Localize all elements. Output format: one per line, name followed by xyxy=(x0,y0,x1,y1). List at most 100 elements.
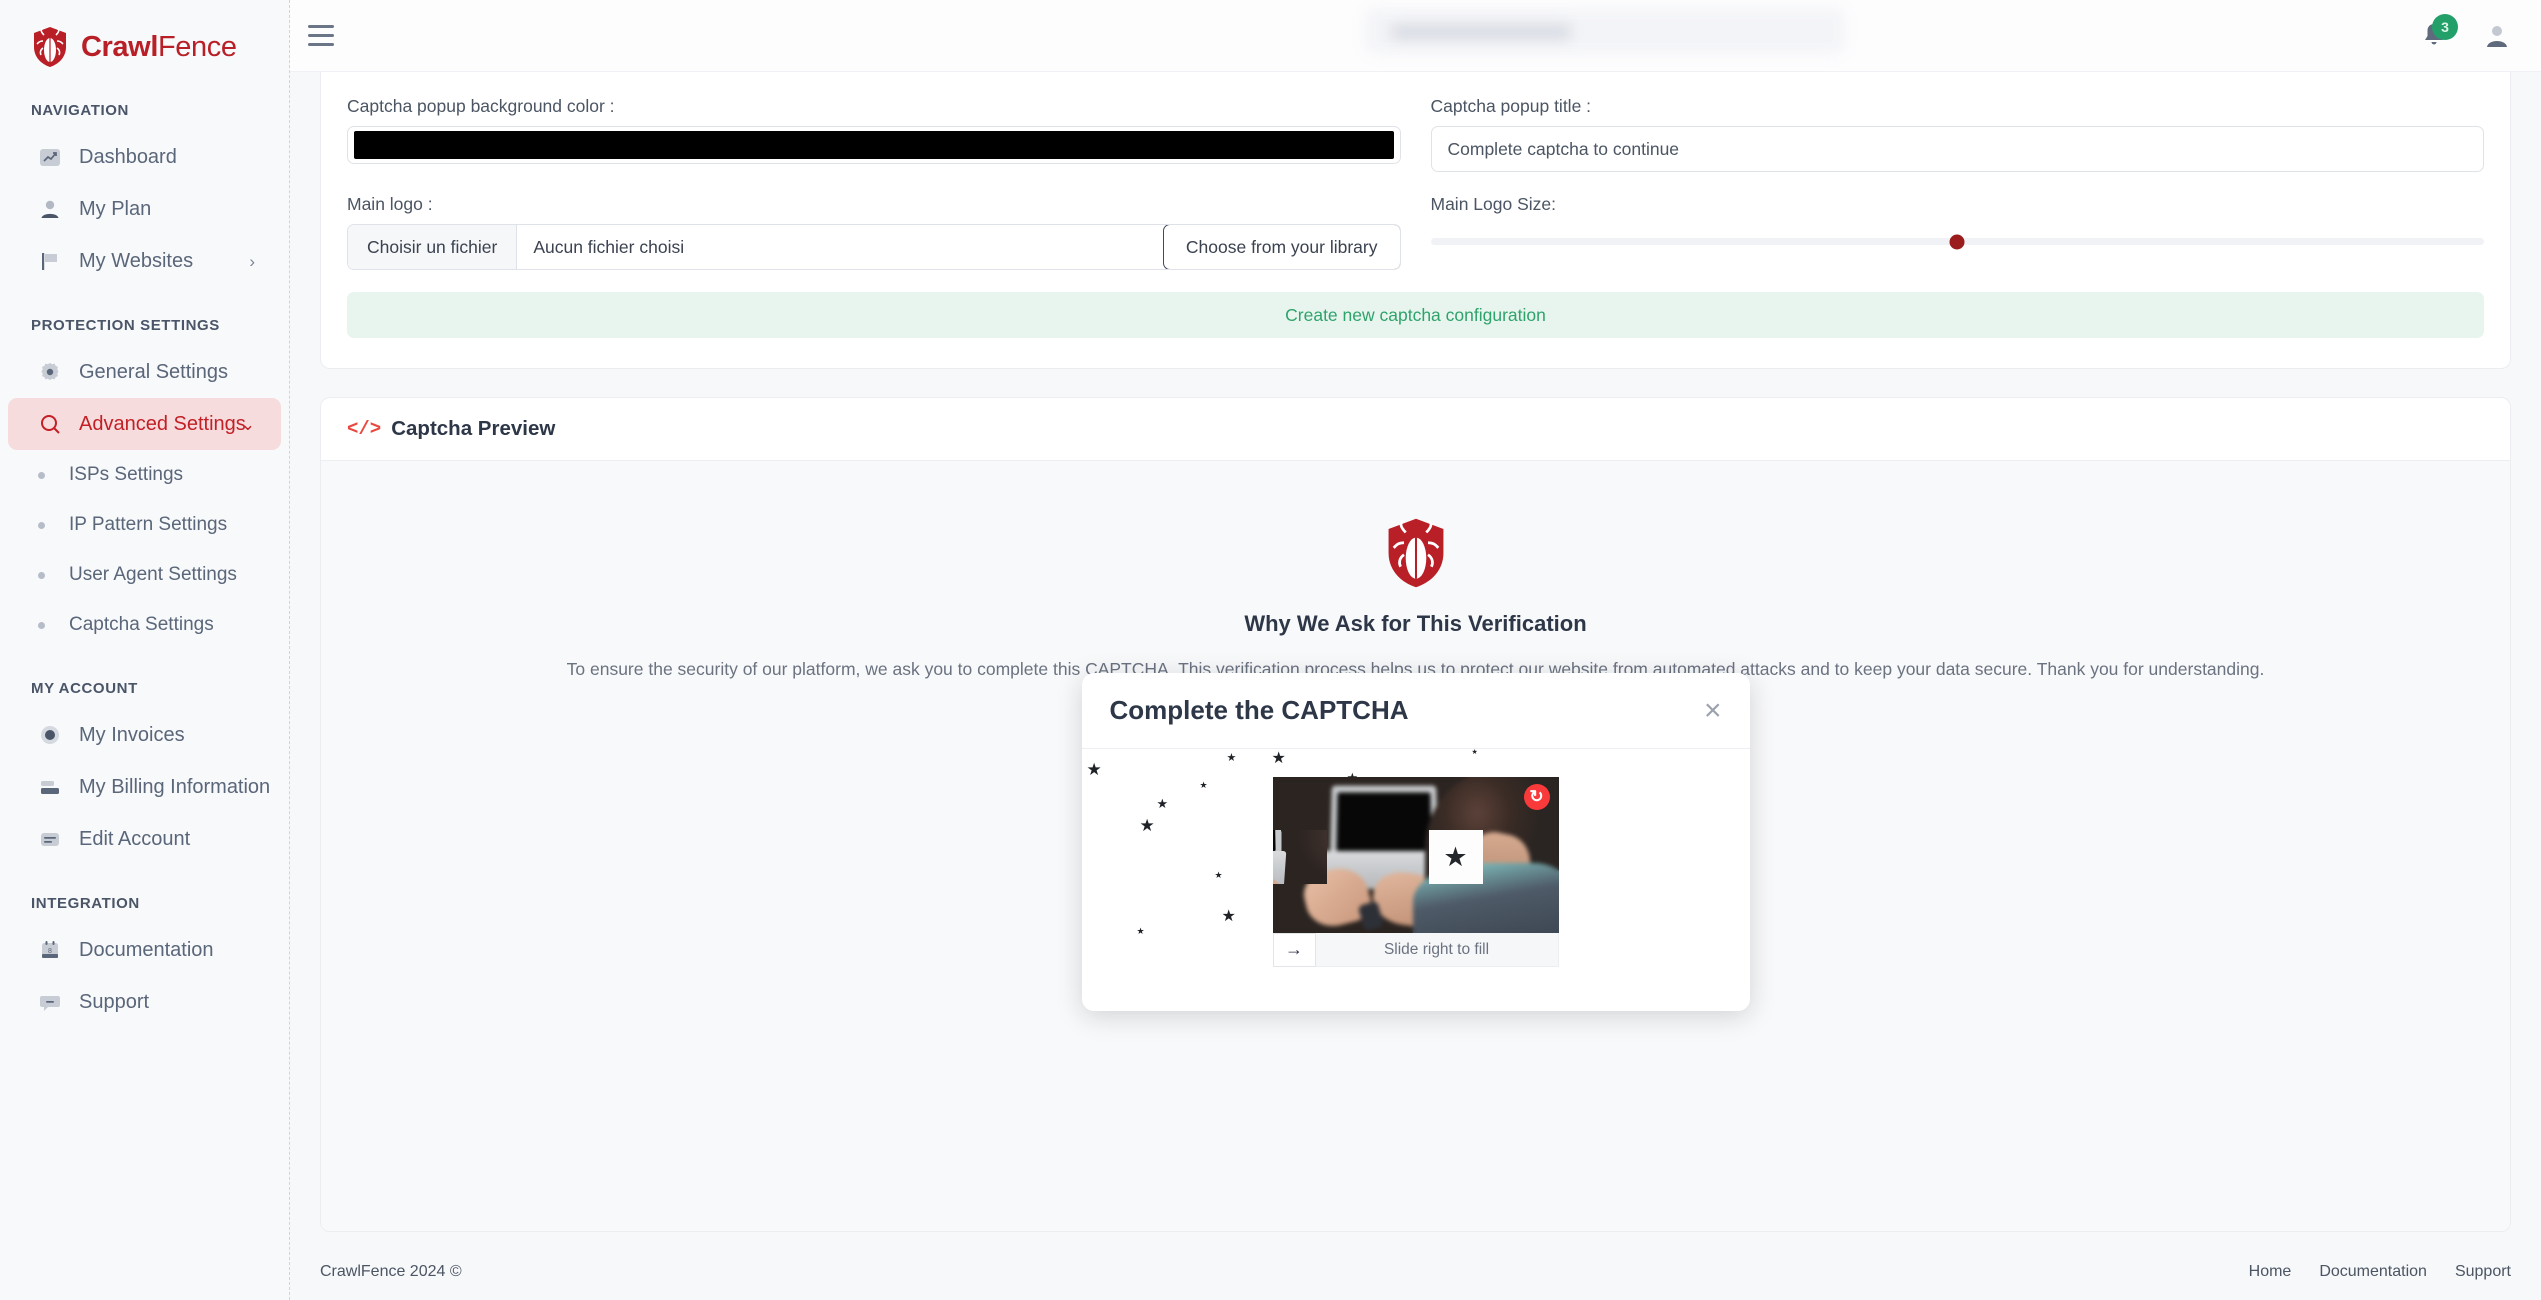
close-icon[interactable]: × xyxy=(1704,696,1722,726)
captcha-preview-header: </> Captcha Preview xyxy=(321,398,2510,461)
sidebar-subitem-label: User Agent Settings xyxy=(69,564,237,585)
star-icon: ★ xyxy=(1221,908,1236,925)
star-icon: ★ xyxy=(1471,749,1478,756)
sidebar-subitem-label: Captcha Settings xyxy=(69,614,214,635)
sidebar-item-documentation[interactable]: 8 Documentation xyxy=(8,924,281,976)
slider-track xyxy=(1430,234,2484,249)
bullet-icon xyxy=(38,521,45,529)
main-logo-field: Main logo : Choisir un fichier Aucun fic… xyxy=(347,194,1401,270)
star-icon: ★ xyxy=(1139,816,1155,835)
svg-text:8: 8 xyxy=(48,948,52,955)
brand-logo-area[interactable]: CrawlFence xyxy=(0,0,289,72)
star-icon: ★ xyxy=(1156,796,1169,811)
color-swatch xyxy=(354,131,1394,159)
sidebar-item-my-invoices[interactable]: My Invoices xyxy=(8,709,281,761)
sidebar-item-label: Advanced Settings xyxy=(79,412,246,435)
topbar: 3 xyxy=(290,0,2541,72)
id-card-icon xyxy=(39,828,69,850)
create-captcha-configuration-button[interactable]: Create new captcha configuration xyxy=(347,292,2484,338)
sidebar-item-my-plan[interactable]: My Plan xyxy=(8,183,281,235)
calendar-icon: 8 xyxy=(39,939,69,961)
puzzle-slider-piece[interactable] xyxy=(1272,830,1327,884)
sidebar-item-my-billing-information[interactable]: My Billing Information xyxy=(8,761,281,813)
shield-bug-icon xyxy=(1385,517,1447,589)
bullet-icon xyxy=(38,621,45,629)
captcha-preview-title: Captcha Preview xyxy=(391,417,556,440)
chart-growth-icon xyxy=(39,146,69,168)
sidebar-item-advanced-settings[interactable]: Advanced Settings ⌄ xyxy=(8,398,281,450)
sidebar-section-protection-settings: PROTECTION SETTINGS xyxy=(31,317,220,334)
captcha-config-card: Captcha popup background color : Captcha… xyxy=(320,72,2511,369)
main-area: 3 Captcha popup background color : Captc… xyxy=(290,0,2541,1300)
star-icon: ★ xyxy=(1443,841,1468,872)
search-input[interactable] xyxy=(1365,8,1845,54)
popup-title-field: Captcha popup title : xyxy=(1430,96,2484,172)
bg-color-label: Captcha popup background color : xyxy=(347,96,615,116)
sidebar-section-navigation: NAVIGATION xyxy=(31,102,129,119)
bullet-icon xyxy=(38,471,45,479)
sidebar-item-label: Edit Account xyxy=(79,827,191,850)
notifications-button[interactable]: 3 xyxy=(2421,14,2458,49)
bg-color-picker[interactable] xyxy=(347,126,1401,164)
sidebar-item-label: My Billing Information xyxy=(79,775,271,798)
brand-name: CrawlFence xyxy=(81,30,237,63)
footer-copyright: CrawlFence 2024 © xyxy=(320,1263,462,1280)
code-icon: </> xyxy=(347,418,382,440)
sidebar-item-label: My Websites xyxy=(79,249,194,272)
sidebar-item-dashboard[interactable]: Dashboard xyxy=(8,131,281,183)
refresh-icon[interactable]: ↻ xyxy=(1523,784,1550,810)
footer: CrawlFence 2024 © Home Documentation Sup… xyxy=(290,1244,2541,1300)
sidebar-item-label: My Plan xyxy=(79,197,152,220)
sidebar-section-integration: INTEGRATION xyxy=(31,895,140,912)
sidebar-item-support[interactable]: Support xyxy=(8,976,281,1028)
captcha-preview-body: Why We Ask for This Verification To ensu… xyxy=(321,461,2510,1231)
star-icon: ★ xyxy=(1271,750,1286,767)
puzzle-gap-slot: ★ xyxy=(1428,830,1483,884)
captcha-modal: Complete the CAPTCHA × ★★★★★★★★★★★★★★★★★… xyxy=(1081,673,1750,1011)
footer-link-support[interactable]: Support xyxy=(2455,1263,2511,1281)
hamburger-menu-icon[interactable] xyxy=(308,25,334,46)
sidebar-item-label: Documentation xyxy=(79,938,214,961)
page-content: Captcha popup background color : Captcha… xyxy=(290,72,2541,1244)
footer-link-documentation[interactable]: Documentation xyxy=(2319,1263,2427,1281)
app-root: CrawlFence NAVIGATION Dashboard My Plan … xyxy=(0,0,2541,1300)
sidebar: CrawlFence NAVIGATION Dashboard My Plan … xyxy=(0,0,290,1300)
sidebar-item-general-settings[interactable]: General Settings xyxy=(8,346,281,398)
sidebar-item-ip-pattern-settings[interactable]: IP Pattern Settings xyxy=(0,500,289,550)
sidebar-subitem-label: ISPs Settings xyxy=(69,464,184,485)
sidebar-item-isps-settings[interactable]: ISPs Settings xyxy=(0,450,289,500)
star-icon: ★ xyxy=(1136,926,1145,936)
captcha-preview-card: </> Captcha Preview Why We Ask for This … xyxy=(320,397,2511,1232)
chevron-down-icon: ⌄ xyxy=(240,414,255,434)
sidebar-item-user-agent-settings[interactable]: User Agent Settings xyxy=(0,550,289,600)
arrow-right-icon[interactable]: → xyxy=(1272,932,1316,967)
choose-file-button[interactable]: Choisir un fichier xyxy=(348,225,518,269)
sidebar-item-edit-account[interactable]: Edit Account xyxy=(8,813,281,865)
main-logo-size-field: Main Logo Size: xyxy=(1430,194,2484,270)
sidebar-item-my-websites[interactable]: My Websites › xyxy=(8,235,281,287)
choose-from-library-button[interactable]: Choose from your library xyxy=(1162,225,1400,269)
captcha-config-form: Captcha popup background color : Captcha… xyxy=(347,96,2484,292)
notification-badge: 3 xyxy=(2432,14,2458,40)
sidebar-item-captcha-settings[interactable]: Captcha Settings xyxy=(0,600,289,650)
logo-size-slider[interactable] xyxy=(1430,224,2484,270)
popup-title-input[interactable] xyxy=(1430,126,2484,172)
record-circle-icon xyxy=(39,724,69,746)
footer-link-home[interactable]: Home xyxy=(2249,1263,2292,1281)
sidebar-item-label: Dashboard xyxy=(79,145,177,168)
preview-logo xyxy=(321,517,2510,589)
captcha-puzzle-image: ★ ↻ xyxy=(1272,777,1559,933)
user-avatar-icon[interactable] xyxy=(2483,22,2511,50)
card-stack-icon xyxy=(39,776,69,798)
captcha-puzzle: ★ ↻ → Slide right to fill xyxy=(1272,777,1559,967)
captcha-slider-label: Slide right to fill xyxy=(1383,940,1490,958)
search-icon xyxy=(39,413,69,435)
sidebar-item-label: General Settings xyxy=(79,360,228,383)
sidebar-item-label: Support xyxy=(79,990,150,1013)
sidebar-subitem-label: IP Pattern Settings xyxy=(69,514,228,535)
star-icon: ★ xyxy=(1086,760,1102,779)
slider-thumb[interactable] xyxy=(1949,234,1965,249)
captcha-slider-bar[interactable]: → Slide right to fill xyxy=(1272,932,1559,967)
flag-icon xyxy=(39,250,69,272)
star-icon: ★ xyxy=(1214,870,1223,880)
